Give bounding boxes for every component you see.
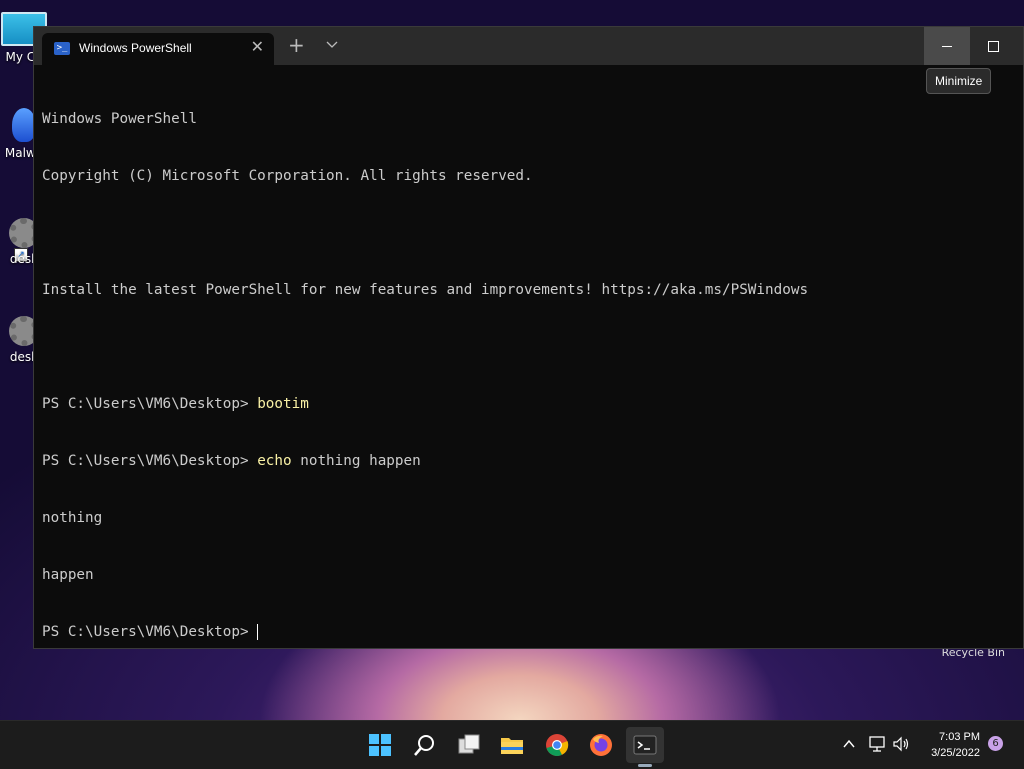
start-icon[interactable]	[368, 733, 392, 757]
terminal-line: nothing	[42, 509, 1015, 528]
search-icon[interactable]	[413, 733, 437, 757]
terminal-output[interactable]: Windows PowerShell Copyright (C) Microso…	[42, 72, 1015, 680]
notification-badge[interactable]: 6	[988, 736, 1003, 751]
terminal-line: happen	[42, 566, 1015, 585]
tab-title: Windows PowerShell	[79, 41, 192, 55]
firefox-icon[interactable]	[589, 733, 613, 757]
terminal-line: PS C:\Users\VM6\Desktop> echo nothing ha…	[42, 452, 1015, 471]
output-text: Windows PowerShell	[42, 111, 197, 127]
prompt: PS C:\Users\VM6\Desktop>	[42, 453, 258, 469]
prompt: PS C:\Users\VM6\Desktop>	[42, 624, 258, 640]
powershell-window[interactable]: >_ Windows PowerShell ✕ + Windows PowerS…	[33, 26, 1024, 649]
terminal-line: Windows PowerShell	[42, 110, 1015, 129]
terminal-line: Copyright (C) Microsoft Corporation. All…	[42, 167, 1015, 186]
clock-date: 3/25/2022	[931, 747, 980, 759]
maximize-button[interactable]	[970, 27, 1016, 65]
task-view-icon[interactable]	[457, 733, 481, 757]
clock-time: 7:03 PM	[939, 731, 980, 743]
minimize-button[interactable]	[924, 27, 970, 65]
chrome-icon[interactable]	[545, 733, 569, 757]
taskbar: 7:03 PM 3/25/2022	[0, 720, 1024, 769]
powershell-icon: >_	[54, 42, 70, 55]
command: bootim	[257, 396, 309, 412]
terminal-line: PS C:\Users\VM6\Desktop> bootim	[42, 395, 1015, 414]
terminal-line: Install the latest PowerShell for new fe…	[42, 281, 1015, 300]
file-explorer-icon[interactable]	[500, 733, 524, 757]
title-bar[interactable]: >_ Windows PowerShell ✕ +	[34, 27, 1023, 65]
close-icon[interactable]: ✕	[251, 38, 264, 56]
minimize-icon	[942, 45, 952, 47]
minimize-tooltip: Minimize	[926, 68, 992, 94]
running-indicator	[638, 764, 652, 767]
tab-powershell[interactable]: >_ Windows PowerShell ✕	[42, 33, 274, 65]
prompt: PS C:\Users\VM6\Desktop>	[42, 396, 258, 412]
output-text: Install the latest PowerShell for new fe…	[42, 282, 809, 298]
command-args: nothing happen	[291, 453, 421, 469]
new-tab-plus-icon[interactable]: +	[288, 35, 305, 55]
command: echo	[257, 453, 292, 469]
output-text: nothing	[42, 510, 103, 526]
maximize-icon	[987, 40, 999, 52]
network-icon[interactable]	[868, 735, 886, 753]
terminal-line: PS C:\Users\VM6\Desktop>	[42, 623, 1015, 642]
output-text: happen	[42, 567, 94, 583]
volume-icon[interactable]	[892, 735, 910, 753]
chevron-down-icon[interactable]	[325, 37, 339, 51]
text-cursor	[257, 624, 259, 640]
clock[interactable]: 7:03 PM 3/25/2022	[931, 729, 980, 761]
output-text: Copyright (C) Microsoft Corporation. All…	[42, 168, 533, 184]
chevron-up-icon[interactable]	[842, 737, 856, 751]
terminal-icon[interactable]	[633, 733, 657, 757]
